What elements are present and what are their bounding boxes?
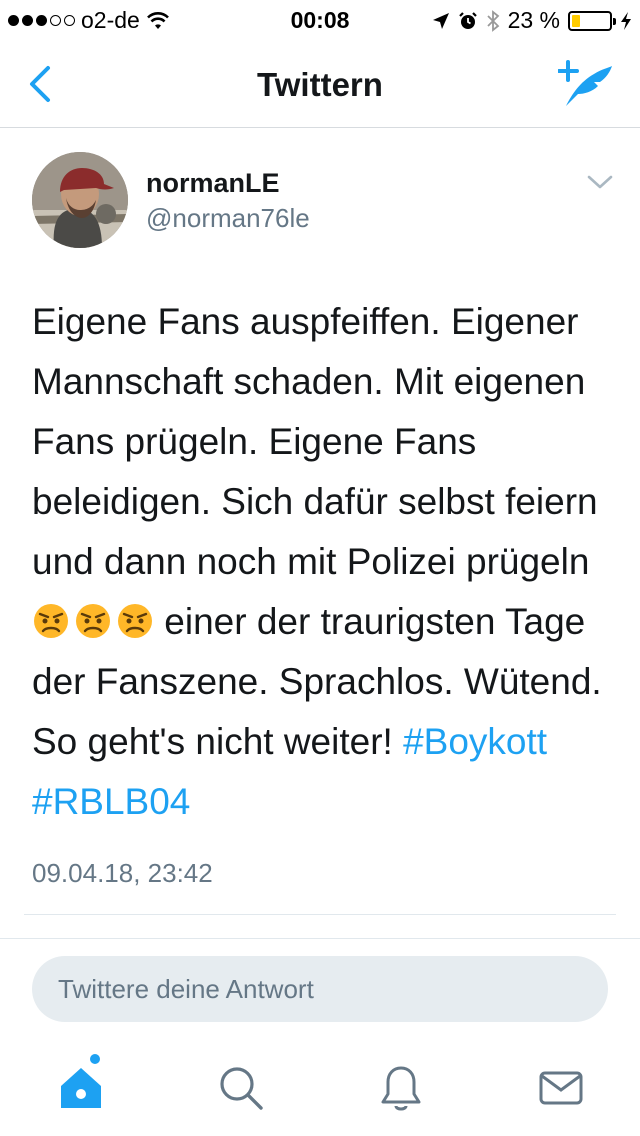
messages-icon[interactable]: [535, 1062, 587, 1114]
chevron-down-icon[interactable]: [586, 172, 614, 192]
angry-face-icon: [34, 604, 68, 638]
divider: [0, 938, 640, 939]
compose-tweet-icon[interactable]: [558, 60, 614, 110]
hashtag-link[interactable]: #RBLB04: [32, 781, 190, 822]
tweet-timestamp: 09.04.18, 23:42: [32, 858, 213, 888]
tweet-text: Eigene Fans auspfeiffen. Eigener Mannsch…: [32, 292, 622, 832]
emoji-group: [32, 602, 154, 640]
status-bar: o2-de 00:08 23 %: [0, 0, 640, 40]
search-icon[interactable]: [215, 1062, 267, 1114]
tweet-text-part: Eigene Fans auspfeiffen. Eigener Mannsch…: [32, 301, 598, 582]
bluetooth-icon: [486, 9, 499, 32]
avatar[interactable]: [32, 152, 128, 248]
battery-icon: [568, 10, 616, 31]
home-icon[interactable]: [55, 1062, 107, 1114]
reply-input[interactable]: Twittere deine Antwort: [32, 956, 608, 1022]
author-handle[interactable]: @norman76le: [146, 203, 310, 234]
angry-face-icon: [118, 604, 152, 638]
avatar-photo: [32, 152, 128, 248]
home-new-tweets-badge: [88, 1052, 102, 1066]
location-arrow-icon: [432, 12, 449, 29]
author-name[interactable]: normanLE: [146, 168, 280, 199]
angry-face-icon: [76, 604, 110, 638]
divider: [24, 914, 616, 915]
navigation-bar: Twittern: [0, 40, 640, 128]
charging-bolt-icon: [621, 11, 631, 30]
alarm-clock-icon: [458, 11, 477, 29]
page-title: Twittern: [257, 66, 383, 103]
status-bar-right: 23 %: [432, 7, 632, 34]
notifications-icon[interactable]: [375, 1062, 427, 1114]
hashtag-link[interactable]: #Boykott: [403, 721, 547, 762]
battery-percent: 23 %: [507, 7, 560, 33]
